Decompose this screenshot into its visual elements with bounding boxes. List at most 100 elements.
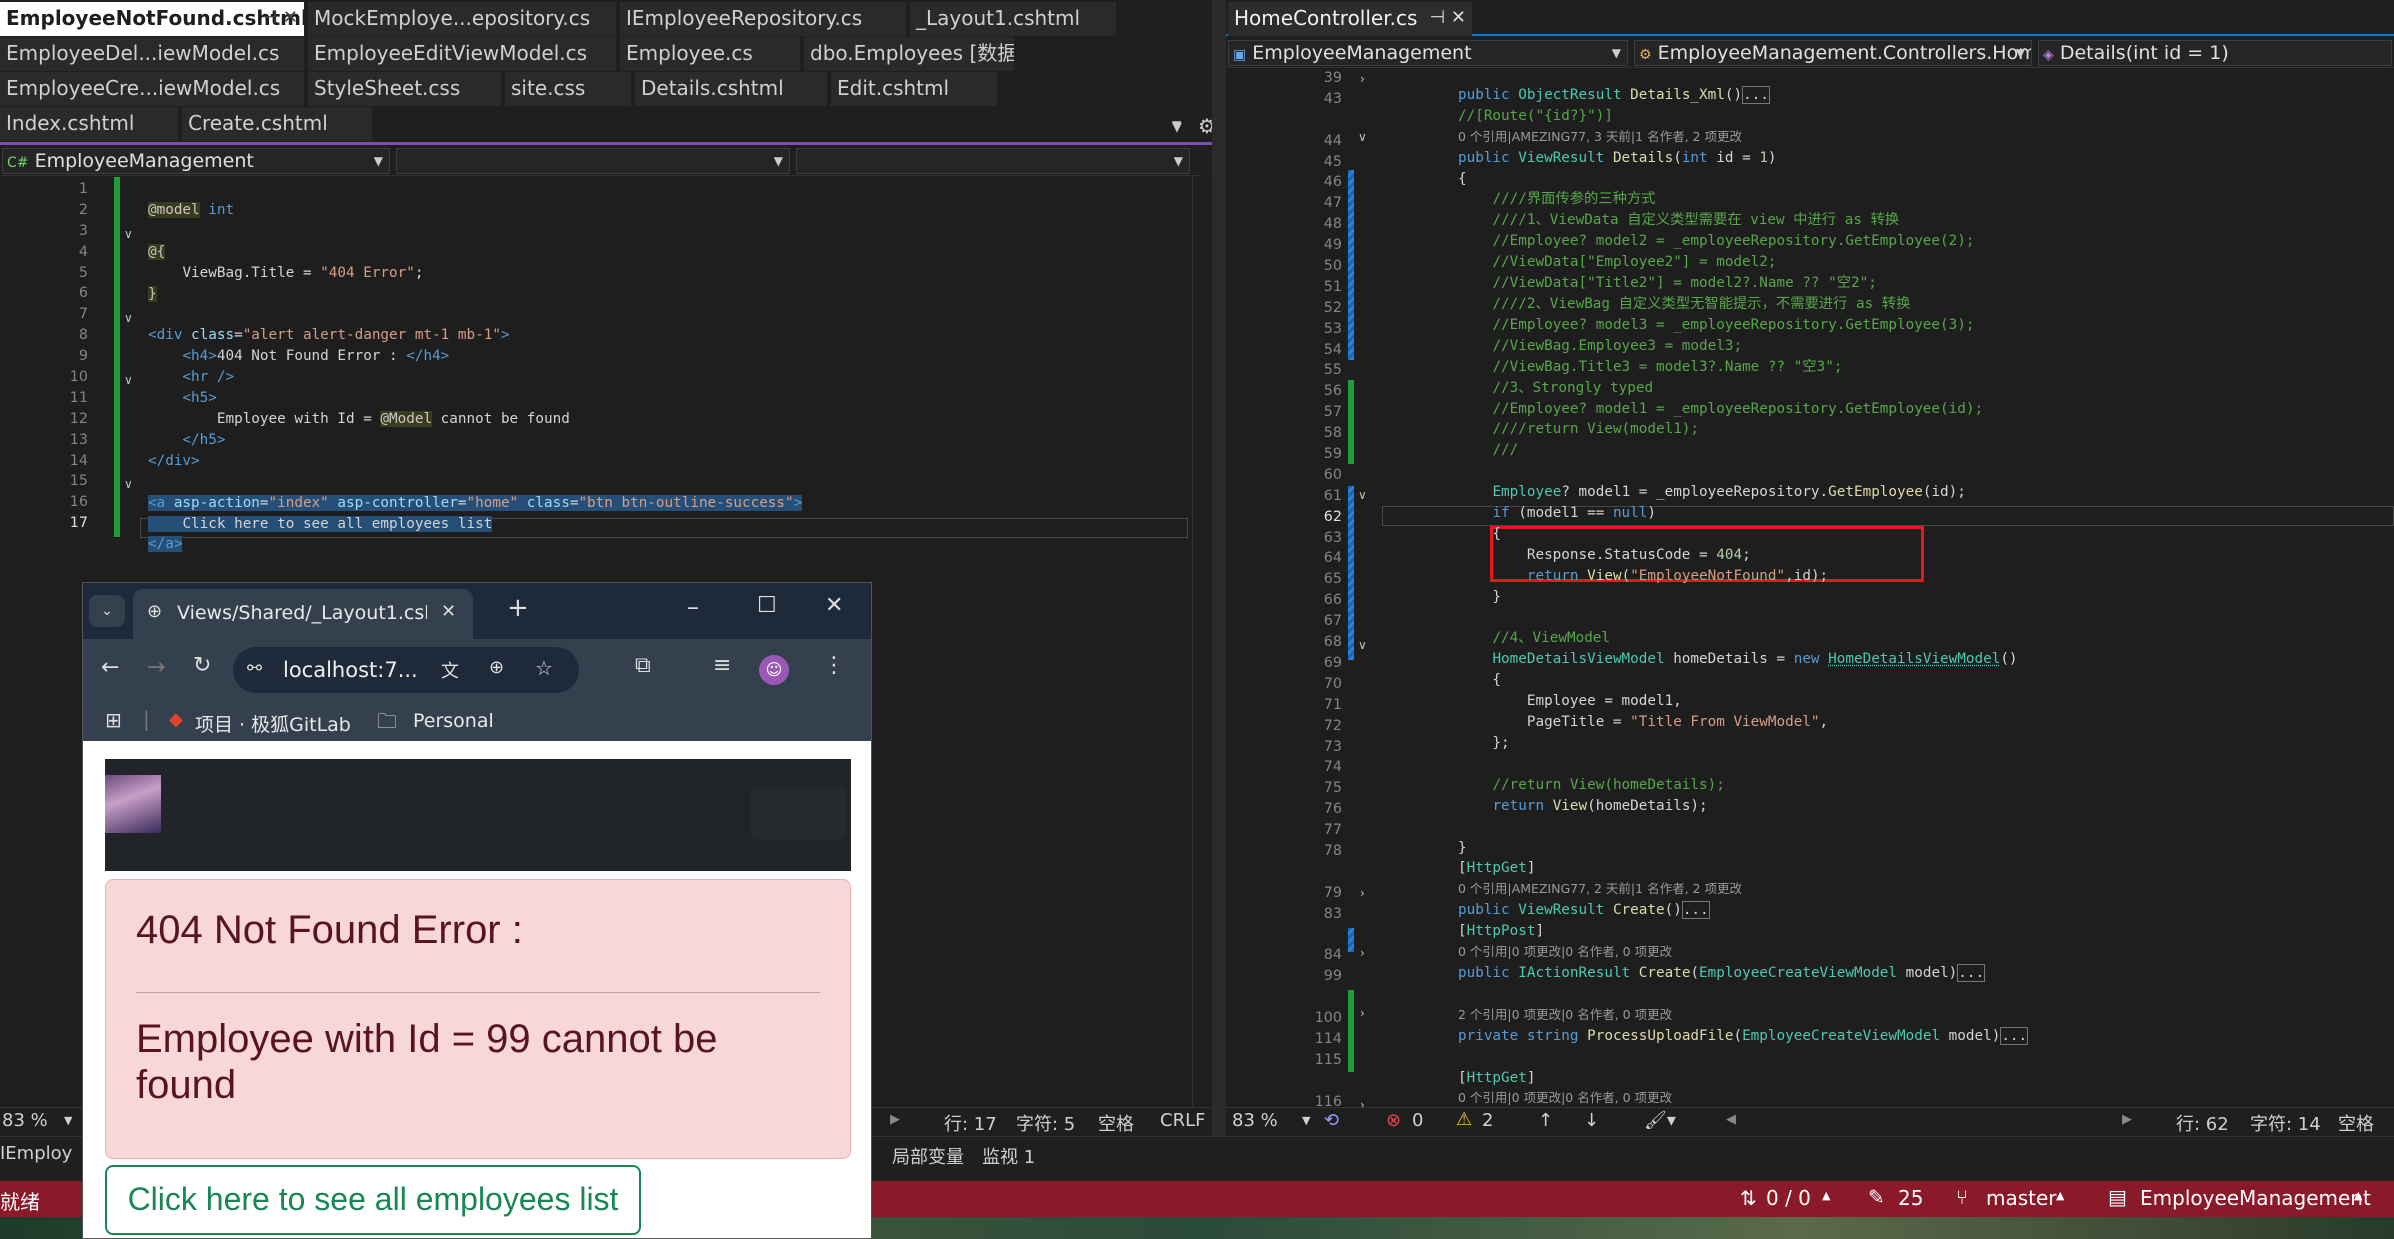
tab-details[interactable]: Details.cshtml [635, 72, 827, 106]
chevron-down-icon[interactable]: ▼ [1302, 1114, 1310, 1127]
close-icon[interactable]: ✕ [441, 601, 456, 622]
tab-create[interactable]: Create.cshtml [182, 107, 372, 141]
editor-splitter[interactable] [1212, 0, 1226, 1180]
collapse-chevron-icon[interactable]: ∨ [124, 373, 133, 387]
commit-count[interactable]: 25 [1898, 1186, 1923, 1210]
collapse-chevron-icon[interactable]: ∨ [1358, 488, 1367, 502]
media-icon[interactable]: ≡ [713, 653, 731, 678]
project-dropdown[interactable]: ▣ EmployeeManagement ▼ [1228, 40, 1628, 66]
tab-employeenotfound[interactable]: EmployeeNotFound.cshtml ⊣ ✕ [0, 2, 304, 36]
error-count[interactable]: 0 [1412, 1110, 1423, 1131]
zoom-icon[interactable]: ⊕ [489, 657, 504, 678]
line-indicator[interactable]: 行: 17 [944, 1110, 997, 1136]
warning-count[interactable]: 2 [1482, 1110, 1493, 1131]
site-settings-icon[interactable]: ⚯ [247, 658, 262, 679]
tab-pin-close-icons[interactable]: ⊣ ✕ [262, 2, 298, 34]
type-dropdown[interactable]: ▼ [396, 148, 790, 174]
right-code-editor[interactable]: 39 43 44 45 46 47 48 49 50 51 52 53 54 55 56 57 58 59 60 61… [1226, 68, 2394, 1107]
collapse-chevron-icon[interactable]: ∨ [124, 311, 133, 325]
left-vertical-scrollbar[interactable] [1192, 177, 1212, 1107]
collapse-chevron-icon[interactable]: ∨ [124, 477, 133, 491]
tab-watch-1[interactable]: 监视 1 [982, 1143, 1035, 1169]
line-ending-indicator[interactable]: CRLF [1160, 1110, 1205, 1131]
reload-icon[interactable]: ↻ [193, 653, 211, 678]
scroll-right-icon[interactable]: ▶ [2122, 1112, 2132, 1127]
tab-dbo-employees[interactable]: dbo.Employees [数据] [804, 37, 1014, 71]
apps-grid-icon[interactable]: ⊞ [105, 708, 122, 732]
tab-mockemployeerepository[interactable]: MockEmploye...epository.cs [308, 2, 616, 36]
chevron-down-icon[interactable]: ▼ [64, 1114, 72, 1127]
arrow-down-icon[interactable]: ↓ [1584, 1110, 1599, 1131]
url-text[interactable]: localhost:7... [283, 658, 418, 682]
tab-stylesheet[interactable]: StyleSheet.css [308, 72, 501, 106]
bookmark-personal[interactable]: Personal [413, 710, 494, 732]
chevron-up-icon[interactable]: ▲ [2354, 1189, 2362, 1202]
expand-chevron-icon[interactable]: › [1360, 946, 1365, 960]
extensions-icon[interactable]: ⧉ [635, 653, 651, 678]
zoom-level[interactable]: 83 % [1232, 1110, 1278, 1131]
collapse-chevron-icon[interactable]: ∨ [1358, 638, 1367, 652]
tab-site-css[interactable]: site.css [505, 72, 631, 106]
tab-locals[interactable]: 局部变量 [892, 1143, 964, 1169]
tab-pin-close-icons[interactable]: ⊣ ✕ [1430, 2, 1466, 34]
tab-edit[interactable]: Edit.cshtml [831, 72, 997, 106]
new-tab-icon[interactable]: + [507, 593, 529, 623]
more-menu-icon[interactable]: ⋮ [823, 653, 845, 678]
error-icon[interactable]: ⊗ [1386, 1110, 1401, 1131]
code-cleanup-icon[interactable]: 🖌▾ [1644, 1110, 1676, 1131]
tab-employeeeditviewmodel[interactable]: EmployeeEditViewModel.cs [308, 37, 616, 71]
address-bar[interactable]: ⚯ localhost:7... 文 ⊕ ☆ [233, 647, 579, 693]
navbar-toggler[interactable] [751, 787, 847, 839]
line-indicator[interactable]: 行: 62 [2176, 1110, 2229, 1136]
chevron-up-icon[interactable]: ▲ [1822, 1189, 1830, 1202]
star-icon[interactable]: ☆ [535, 656, 553, 680]
pencil-icon[interactable]: ✎ [1868, 1185, 1885, 1209]
branch-name[interactable]: master [1986, 1186, 2057, 1210]
char-indicator[interactable]: 字符: 5 [1016, 1110, 1075, 1136]
avatar[interactable]: ☺ [759, 655, 789, 685]
git-changes[interactable]: 0 / 0 [1766, 1186, 1811, 1210]
chevron-up-icon[interactable]: ▲ [2056, 1189, 2064, 1202]
back-icon[interactable]: ← [101, 655, 119, 680]
class-dropdown[interactable]: ⚙ EmployeeManagement.Controllers.Hom ▼ [1634, 40, 2032, 66]
collapse-chevron-icon[interactable]: ∨ [124, 227, 133, 241]
close-window-icon[interactable]: ✕ [825, 593, 843, 618]
expand-chevron-icon[interactable]: › [1360, 1006, 1365, 1020]
arrow-up-icon[interactable]: ↑ [1538, 1110, 1553, 1131]
tab-employee[interactable]: Employee.cs [620, 37, 800, 71]
employees-list-button[interactable]: Click here to see all employees list [105, 1165, 641, 1235]
collapse-chevron-icon[interactable]: ∨ [1358, 130, 1367, 144]
bottom-panel-label[interactable]: IEmploy [0, 1143, 72, 1164]
health-icon[interactable]: ⟲ [1324, 1110, 1339, 1131]
expand-chevron-icon[interactable]: › [1360, 72, 1365, 86]
tab-search-button[interactable]: ⌄ [89, 595, 125, 627]
tab-layout1[interactable]: _Layout1.cshtml [910, 2, 1116, 36]
forward-icon[interactable]: → [147, 655, 165, 680]
minimize-icon[interactable]: – [687, 593, 699, 621]
whitespace-indicator[interactable]: 空格 [2338, 1110, 2374, 1136]
method-dropdown[interactable]: ◈ Details(int id = 1) [2038, 40, 2392, 66]
scroll-right-icon[interactable]: ▶ [890, 1112, 900, 1127]
branch-icon[interactable]: ⑂ [1956, 1185, 1968, 1209]
whitespace-indicator[interactable]: 空格 [1098, 1110, 1134, 1136]
site-logo[interactable] [105, 775, 161, 833]
tab-index[interactable]: Index.cshtml [0, 107, 178, 141]
tab-homecontroller[interactable]: HomeController.cs ⊣ ✕ [1228, 2, 1472, 36]
project-icon[interactable]: ▤ [2108, 1185, 2127, 1209]
scroll-left-icon[interactable]: ◀ [1726, 1112, 1736, 1127]
project-dropdown[interactable]: C# EmployeeManagement ▼ [2, 148, 390, 174]
maximize-icon[interactable]: ☐ [757, 593, 777, 618]
translate-icon[interactable]: 文 [441, 657, 459, 683]
tab-employeedeleteviewmodel[interactable]: EmployeeDel...iewModel.cs [0, 37, 304, 71]
tab-list-dropdown-icon[interactable]: ▼ [1172, 120, 1182, 135]
bookmark-gitlab[interactable]: 项目 · 极狐GitLab [195, 710, 351, 737]
project-name[interactable]: EmployeeManagement [2140, 1186, 2371, 1210]
expand-chevron-icon[interactable]: › [1360, 886, 1365, 900]
warning-icon[interactable]: ⚠ [1456, 1109, 1472, 1130]
browser-tab[interactable]: ⊕ Views/Shared/_Layout1.cshtn ✕ [133, 589, 473, 639]
tab-employeecreateviewmodel[interactable]: EmployeeCre...iewModel.cs [0, 72, 304, 106]
git-changes-icon[interactable]: ⇅ [1740, 1186, 1757, 1210]
tab-iemployeerepository[interactable]: IEmployeeRepository.cs [620, 2, 906, 36]
zoom-level[interactable]: 83 % [2, 1110, 48, 1131]
member-dropdown[interactable]: ▼ [796, 148, 1190, 174]
